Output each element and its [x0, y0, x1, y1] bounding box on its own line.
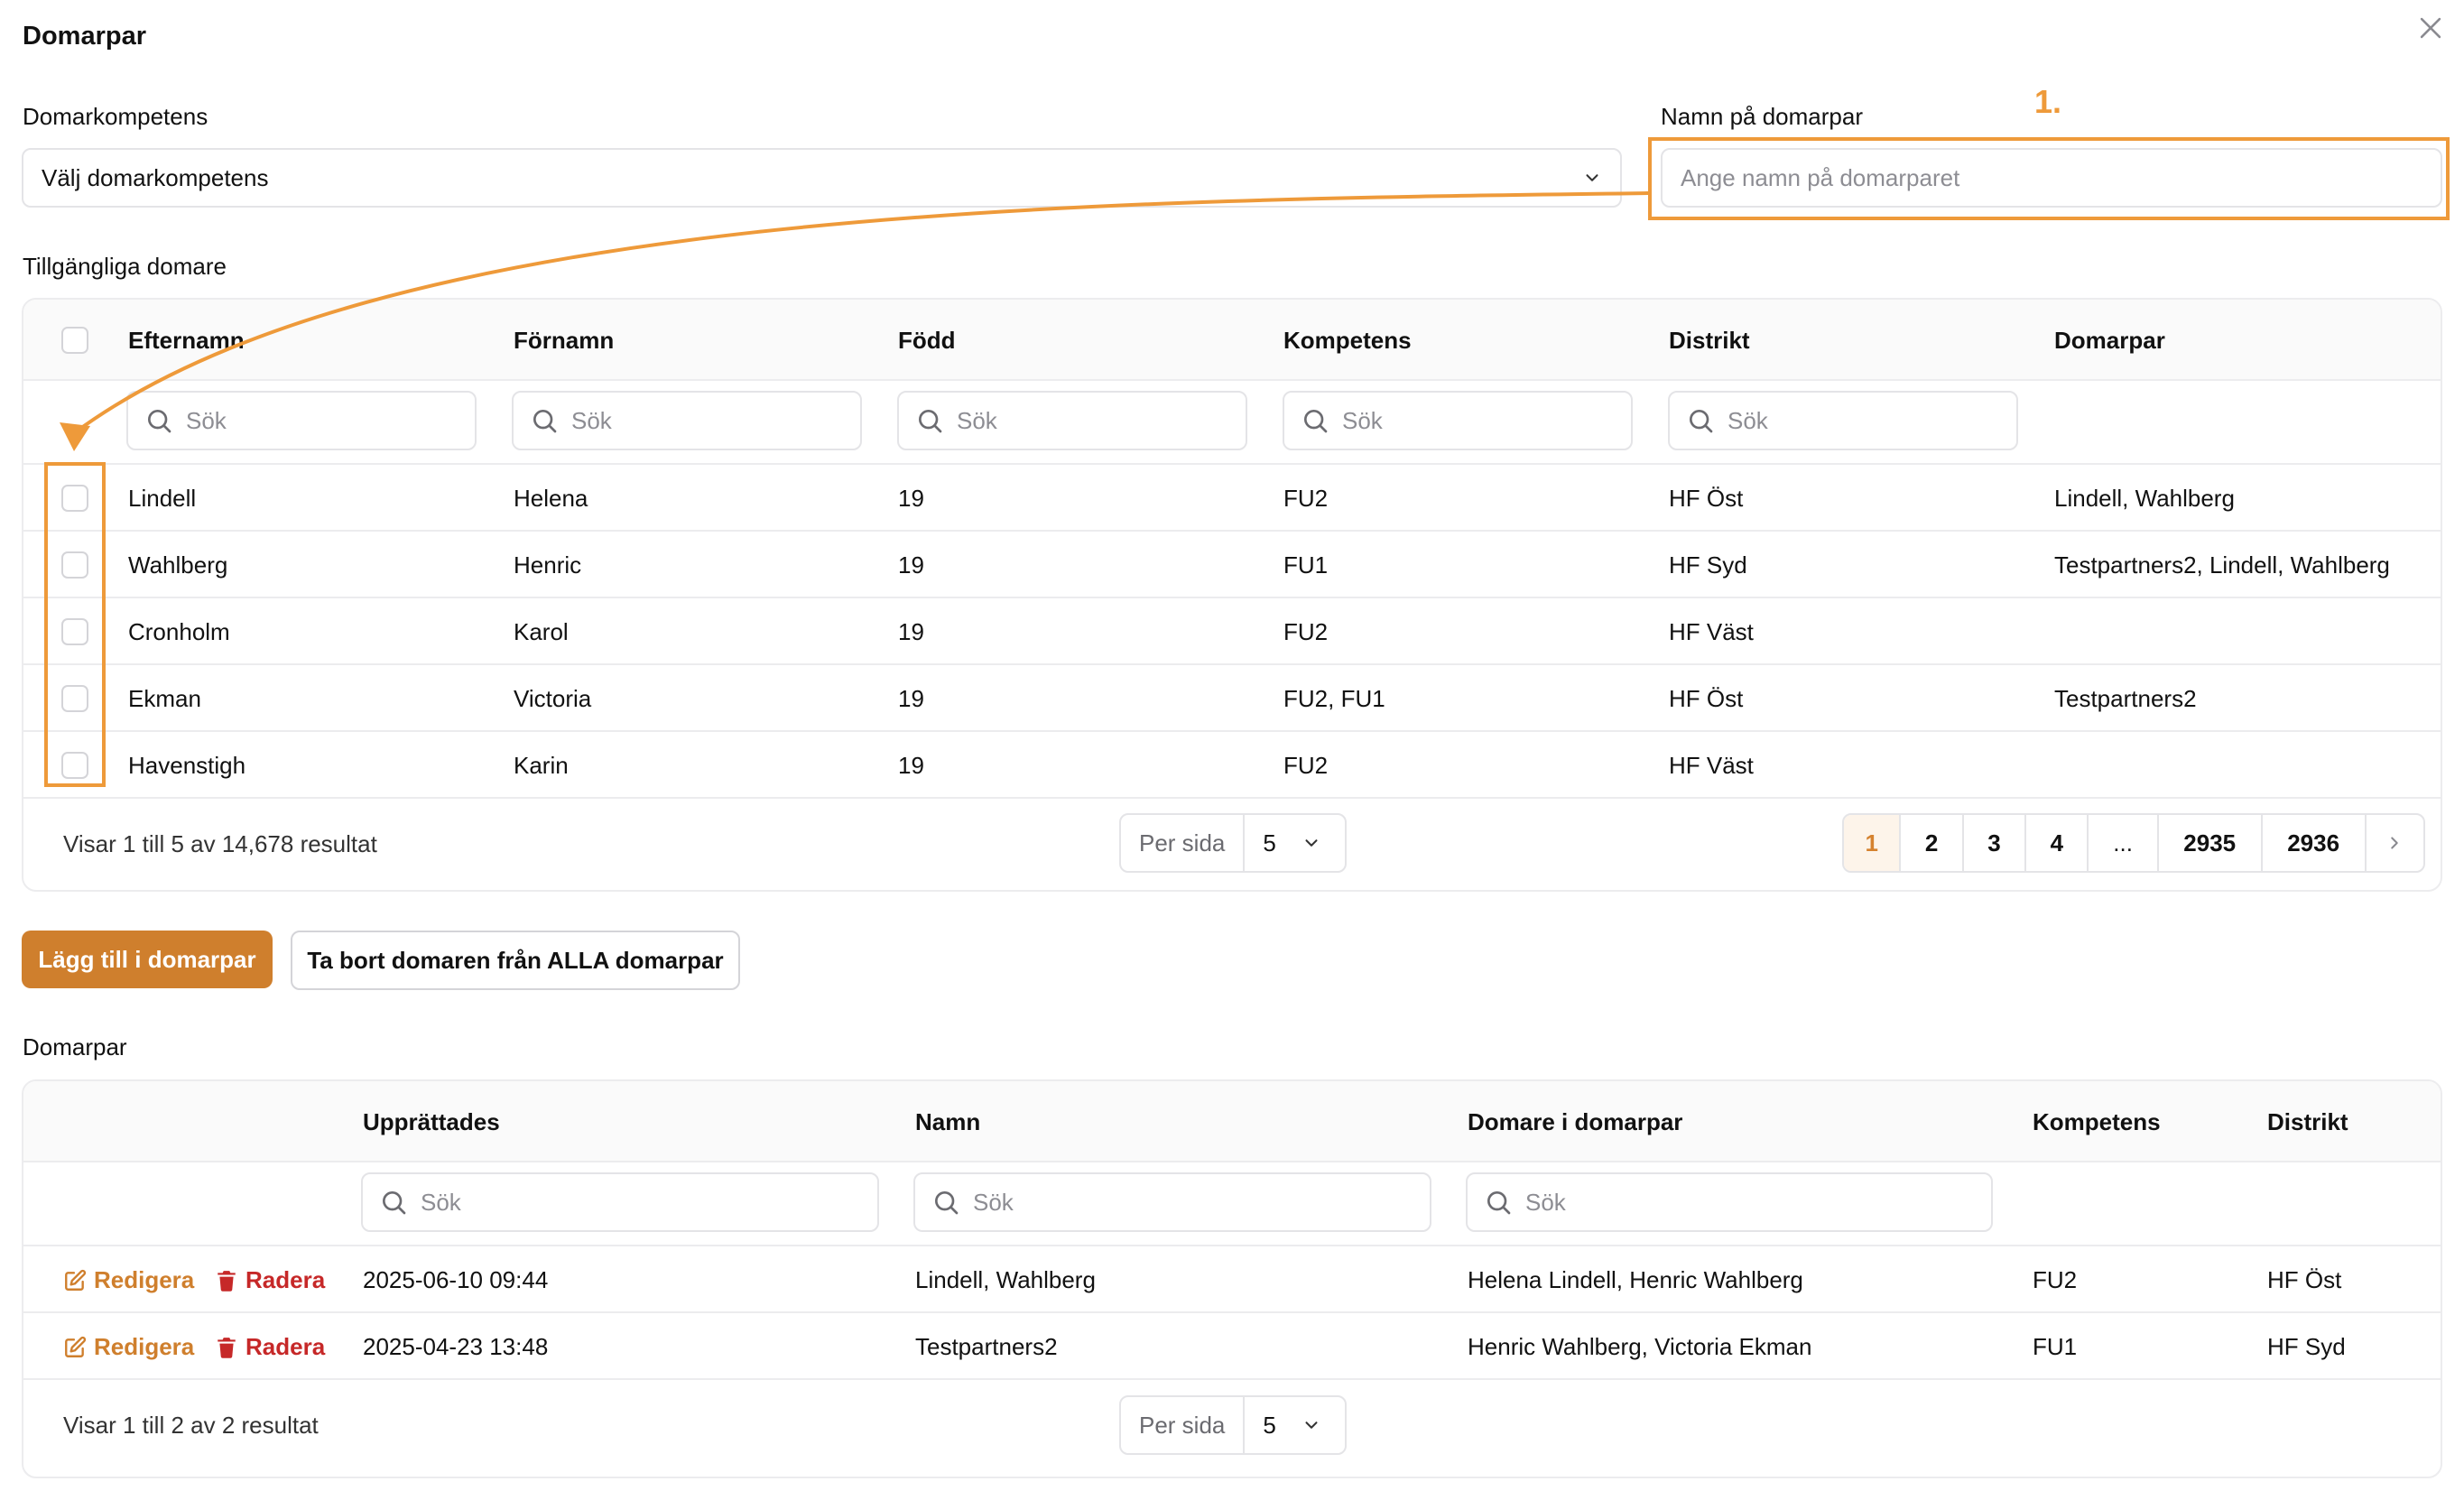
annotation-arrow	[60, 191, 1650, 451]
